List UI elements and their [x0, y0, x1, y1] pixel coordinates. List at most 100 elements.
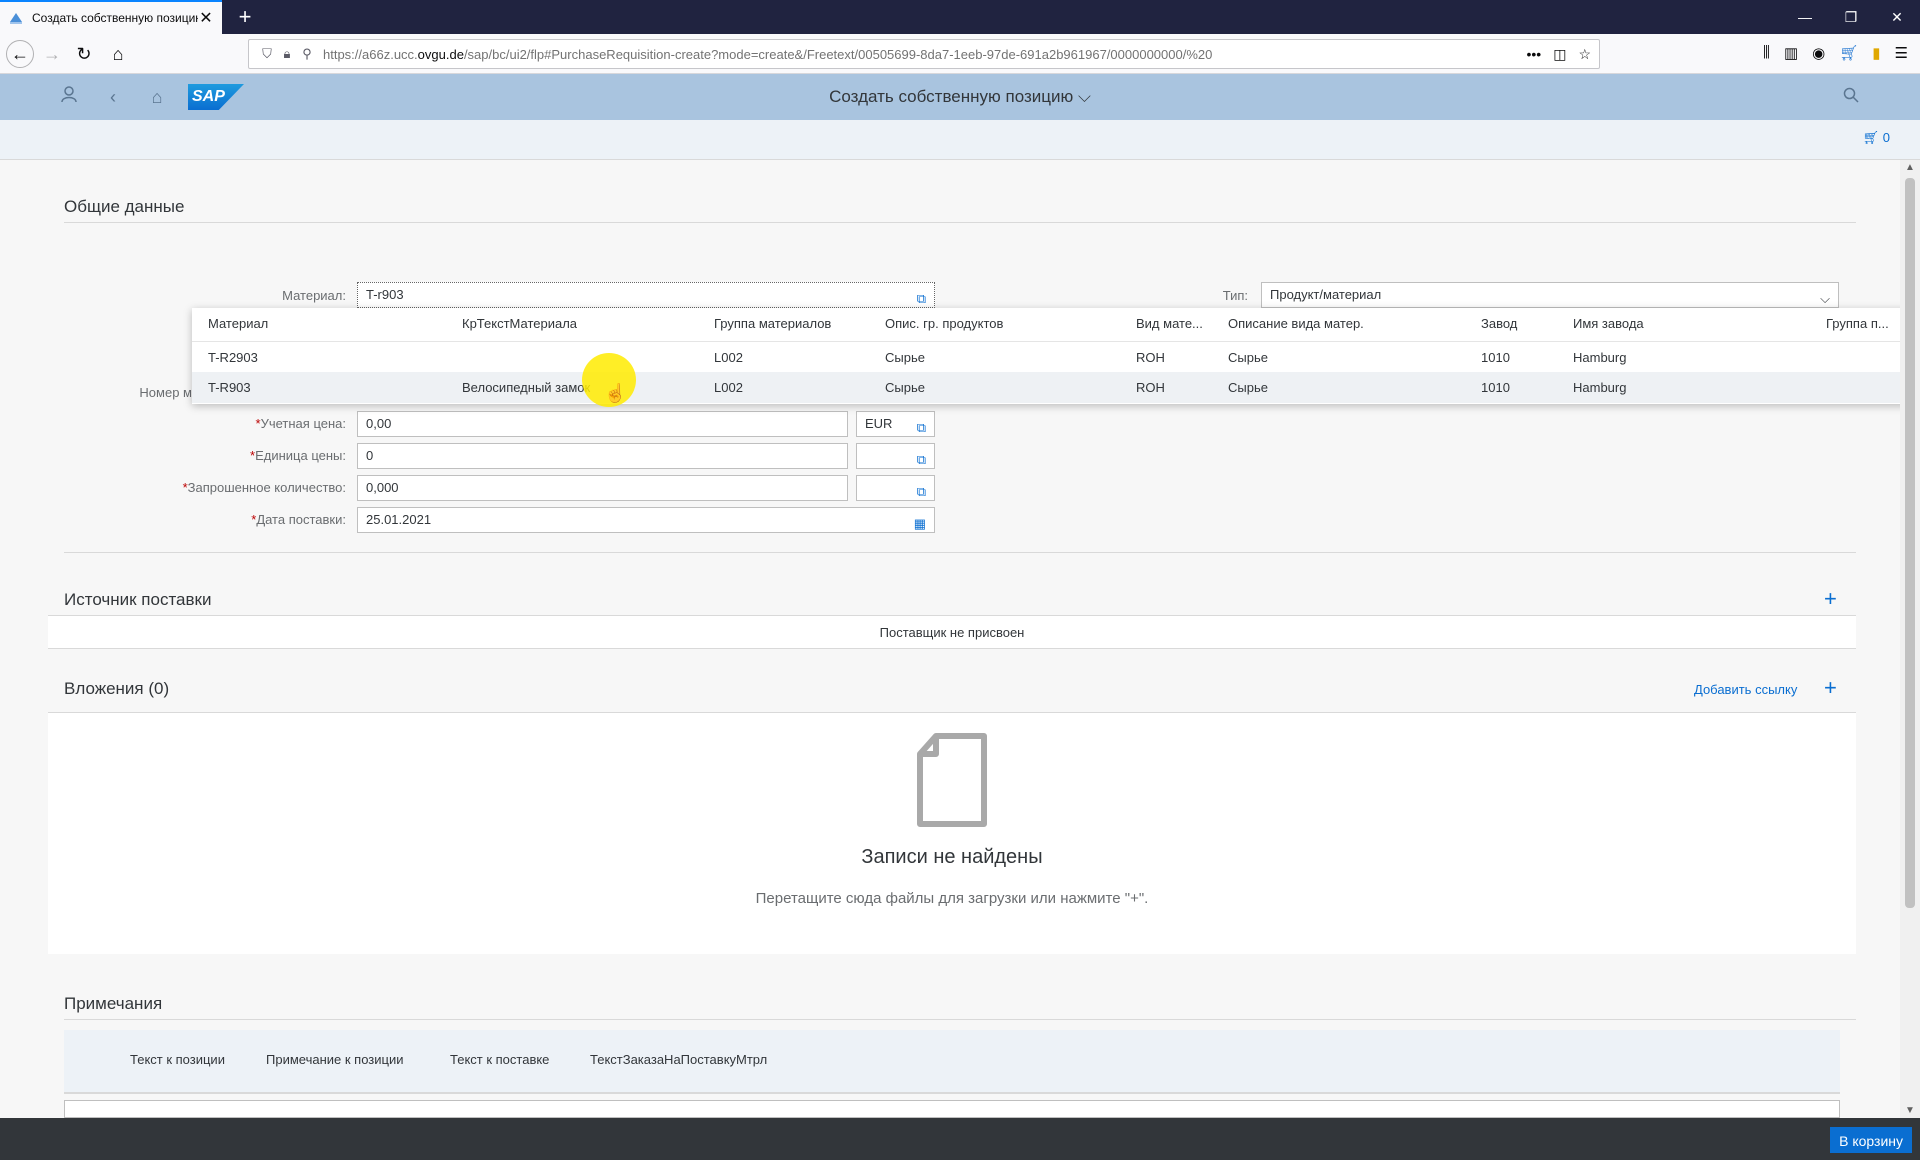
delivery-date-input[interactable]: 25.01.2021 ▦ — [357, 507, 935, 533]
suggestion-row[interactable]: T-R903 Велосипедный замок L002 Сырье ROH… — [192, 372, 1920, 403]
attachments-title: Вложения (0) — [64, 679, 170, 698]
back-icon[interactable]: ← — [6, 40, 34, 68]
suggestion-cell: L002 — [714, 380, 743, 395]
suggestion-cell: 1010 — [1481, 350, 1510, 365]
material-input-value: T-r903 — [366, 287, 404, 302]
currency-input[interactable]: EUR ⧉ — [856, 411, 935, 437]
search-icon[interactable] — [1838, 84, 1864, 110]
quantity-uom-input[interactable]: ⧉ — [856, 475, 935, 501]
url-bar[interactable]: ⛉ 🔒︎ ⚲ https://a66z.ucc.ovgu.de/sap/bc/u… — [248, 39, 1600, 69]
column-header: Группа п... — [1826, 316, 1889, 331]
scroll-up-icon[interactable]: ▲ — [1900, 162, 1920, 173]
suggestion-cell: Сырье — [885, 350, 925, 365]
tab-item-text[interactable]: Текст к позиции — [130, 1052, 225, 1067]
type-label: Тип: — [1222, 288, 1248, 303]
footer-toolbar: В корзину — [0, 1118, 1920, 1160]
tab-item-note[interactable]: Примечание к позиции — [266, 1052, 403, 1067]
account-icon[interactable]: ◉ — [1812, 44, 1825, 62]
suggestion-cell: 1010 — [1481, 380, 1510, 395]
quantity-input[interactable]: 0,000 — [357, 475, 848, 501]
suggestion-cell: T-R903 — [208, 380, 251, 395]
minimize-icon[interactable]: — — [1782, 0, 1828, 34]
library-icon[interactable]: ⫼ — [1763, 44, 1770, 62]
page-scrollbar[interactable]: ▲ ▼ — [1900, 160, 1920, 1118]
tab-title: Создать собственную позицию — [32, 11, 198, 25]
no-supplier-text: Поставщик не присвоен — [879, 625, 1025, 640]
suggestion-cell: Велосипедный замок — [462, 380, 591, 395]
suggestion-cell: Сырье — [1228, 380, 1268, 395]
bookmark-star-icon[interactable]: ☆ — [1578, 46, 1591, 63]
material-label: Материал: — [282, 288, 346, 303]
page-actions-icon[interactable]: ••• — [1526, 46, 1541, 63]
suggestion-cell: T-R2903 — [208, 350, 258, 365]
scrollbar-thumb[interactable] — [1905, 178, 1915, 908]
type-select-value: Продукт/материал — [1270, 287, 1382, 302]
material-input[interactable]: T-r903 ⧉ — [357, 282, 935, 308]
material-suggestions-popup: Материал КрТекстМатериала Группа материа… — [192, 308, 1920, 404]
sap-favicon-icon — [8, 10, 24, 26]
value-help-icon[interactable]: ⧉ — [917, 480, 926, 504]
column-header: Завод — [1481, 316, 1518, 331]
price-unit-label: *Единица цены: — [250, 448, 346, 463]
suggestion-cell: ROH — [1136, 380, 1165, 395]
reload-icon[interactable]: ↻ — [70, 40, 98, 68]
restore-icon[interactable]: ❐ — [1828, 0, 1874, 34]
sidebar-icon[interactable]: ▥ — [1784, 44, 1798, 62]
close-window-icon[interactable]: ✕ — [1874, 0, 1920, 34]
menu-icon[interactable]: ☰ — [1895, 44, 1908, 62]
new-tab-icon[interactable]: + — [232, 4, 258, 30]
column-header: Имя завода — [1573, 316, 1644, 331]
home-icon[interactable]: ⌂ — [104, 40, 132, 68]
close-tab-icon[interactable]: ✕ — [198, 8, 214, 28]
column-header: Вид мате... — [1136, 316, 1203, 331]
divider — [64, 1019, 1856, 1020]
price-unit-uom-input[interactable]: ⧉ — [856, 443, 935, 469]
price-label: *Учетная цена: — [255, 416, 346, 431]
suggestions-header: Материал КрТекстМатериала Группа материа… — [192, 308, 1920, 339]
source-panel: Поставщик не присвоен — [48, 615, 1856, 649]
shield-icon[interactable]: ⛉ — [257, 46, 277, 62]
suggestion-row[interactable]: T-R2903 L002 Сырье ROH Сырье 1010 Hambur… — [192, 341, 1920, 372]
permissions-icon[interactable]: ⚲ — [297, 46, 317, 62]
app-title[interactable]: Создать собственную позицию ⌵ — [0, 87, 1920, 107]
extension-flag-icon[interactable]: ▮ — [1872, 44, 1880, 62]
chevron-down-icon: ⌵ — [1077, 87, 1091, 106]
tab-delivery-text[interactable]: Текст к поставке — [450, 1052, 549, 1067]
column-header: Группа материалов — [714, 316, 832, 331]
notes-title: Примечания — [64, 994, 163, 1013]
price-input[interactable]: 0,00 — [357, 411, 848, 437]
calendar-icon[interactable]: ▦ — [914, 512, 926, 536]
value-help-icon[interactable]: ⧉ — [917, 416, 926, 440]
price-unit-input[interactable]: 0 — [357, 443, 848, 469]
scroll-down-icon[interactable]: ▼ — [1900, 1105, 1920, 1116]
suggestion-cell: L002 — [714, 350, 743, 365]
suggestion-cell: Hamburg — [1573, 350, 1627, 365]
divider — [64, 222, 1856, 223]
notes-tabs-bar: Текст к позиции Примечание к позиции Тек… — [64, 1030, 1840, 1094]
source-of-supply-title: Источник поставки — [64, 590, 212, 609]
document-icon — [917, 733, 987, 827]
suggestion-cell: ROH — [1136, 350, 1165, 365]
column-header: Опис. гр. продуктов — [885, 316, 1004, 331]
hand-cursor-icon: ☝ — [604, 383, 627, 403]
extension-cart-icon[interactable]: 🛒︎ — [1839, 44, 1858, 62]
delivery-date-label: *Дата поставки: — [251, 512, 346, 527]
cart-button[interactable]: 🛒︎ 0 — [1863, 130, 1890, 146]
browser-tab-bar: Создать собственную позицию ✕ + — ❐ ✕ — [0, 0, 1920, 34]
pocket-icon[interactable]: ◫ — [1553, 46, 1566, 63]
forward-icon[interactable]: → — [38, 40, 66, 68]
general-data-title: Общие данные — [64, 197, 185, 216]
add-source-icon[interactable]: + — [1824, 586, 1837, 612]
type-select[interactable]: Продукт/материал ⌵ — [1261, 282, 1839, 308]
cart-icon: 🛒︎ — [1862, 130, 1880, 145]
value-help-icon[interactable]: ⧉ — [917, 448, 926, 472]
add-to-cart-button[interactable]: В корзину — [1830, 1127, 1912, 1153]
add-attachment-icon[interactable]: + — [1824, 675, 1837, 701]
tab-material-po-text[interactable]: ТекстЗаказаНаПоставкуМтрл — [590, 1052, 767, 1067]
delivery-date-value: 25.01.2021 — [366, 512, 432, 527]
url-text[interactable]: https://a66z.ucc.ovgu.de/sap/bc/ui2/flp#… — [323, 47, 1526, 62]
add-link-button[interactable]: Добавить ссылку — [1694, 682, 1797, 697]
browser-tab[interactable]: Создать собственную позицию ✕ — [0, 0, 222, 34]
notes-textarea[interactable] — [64, 1100, 1840, 1118]
lock-icon[interactable]: 🔒︎ — [277, 46, 297, 62]
